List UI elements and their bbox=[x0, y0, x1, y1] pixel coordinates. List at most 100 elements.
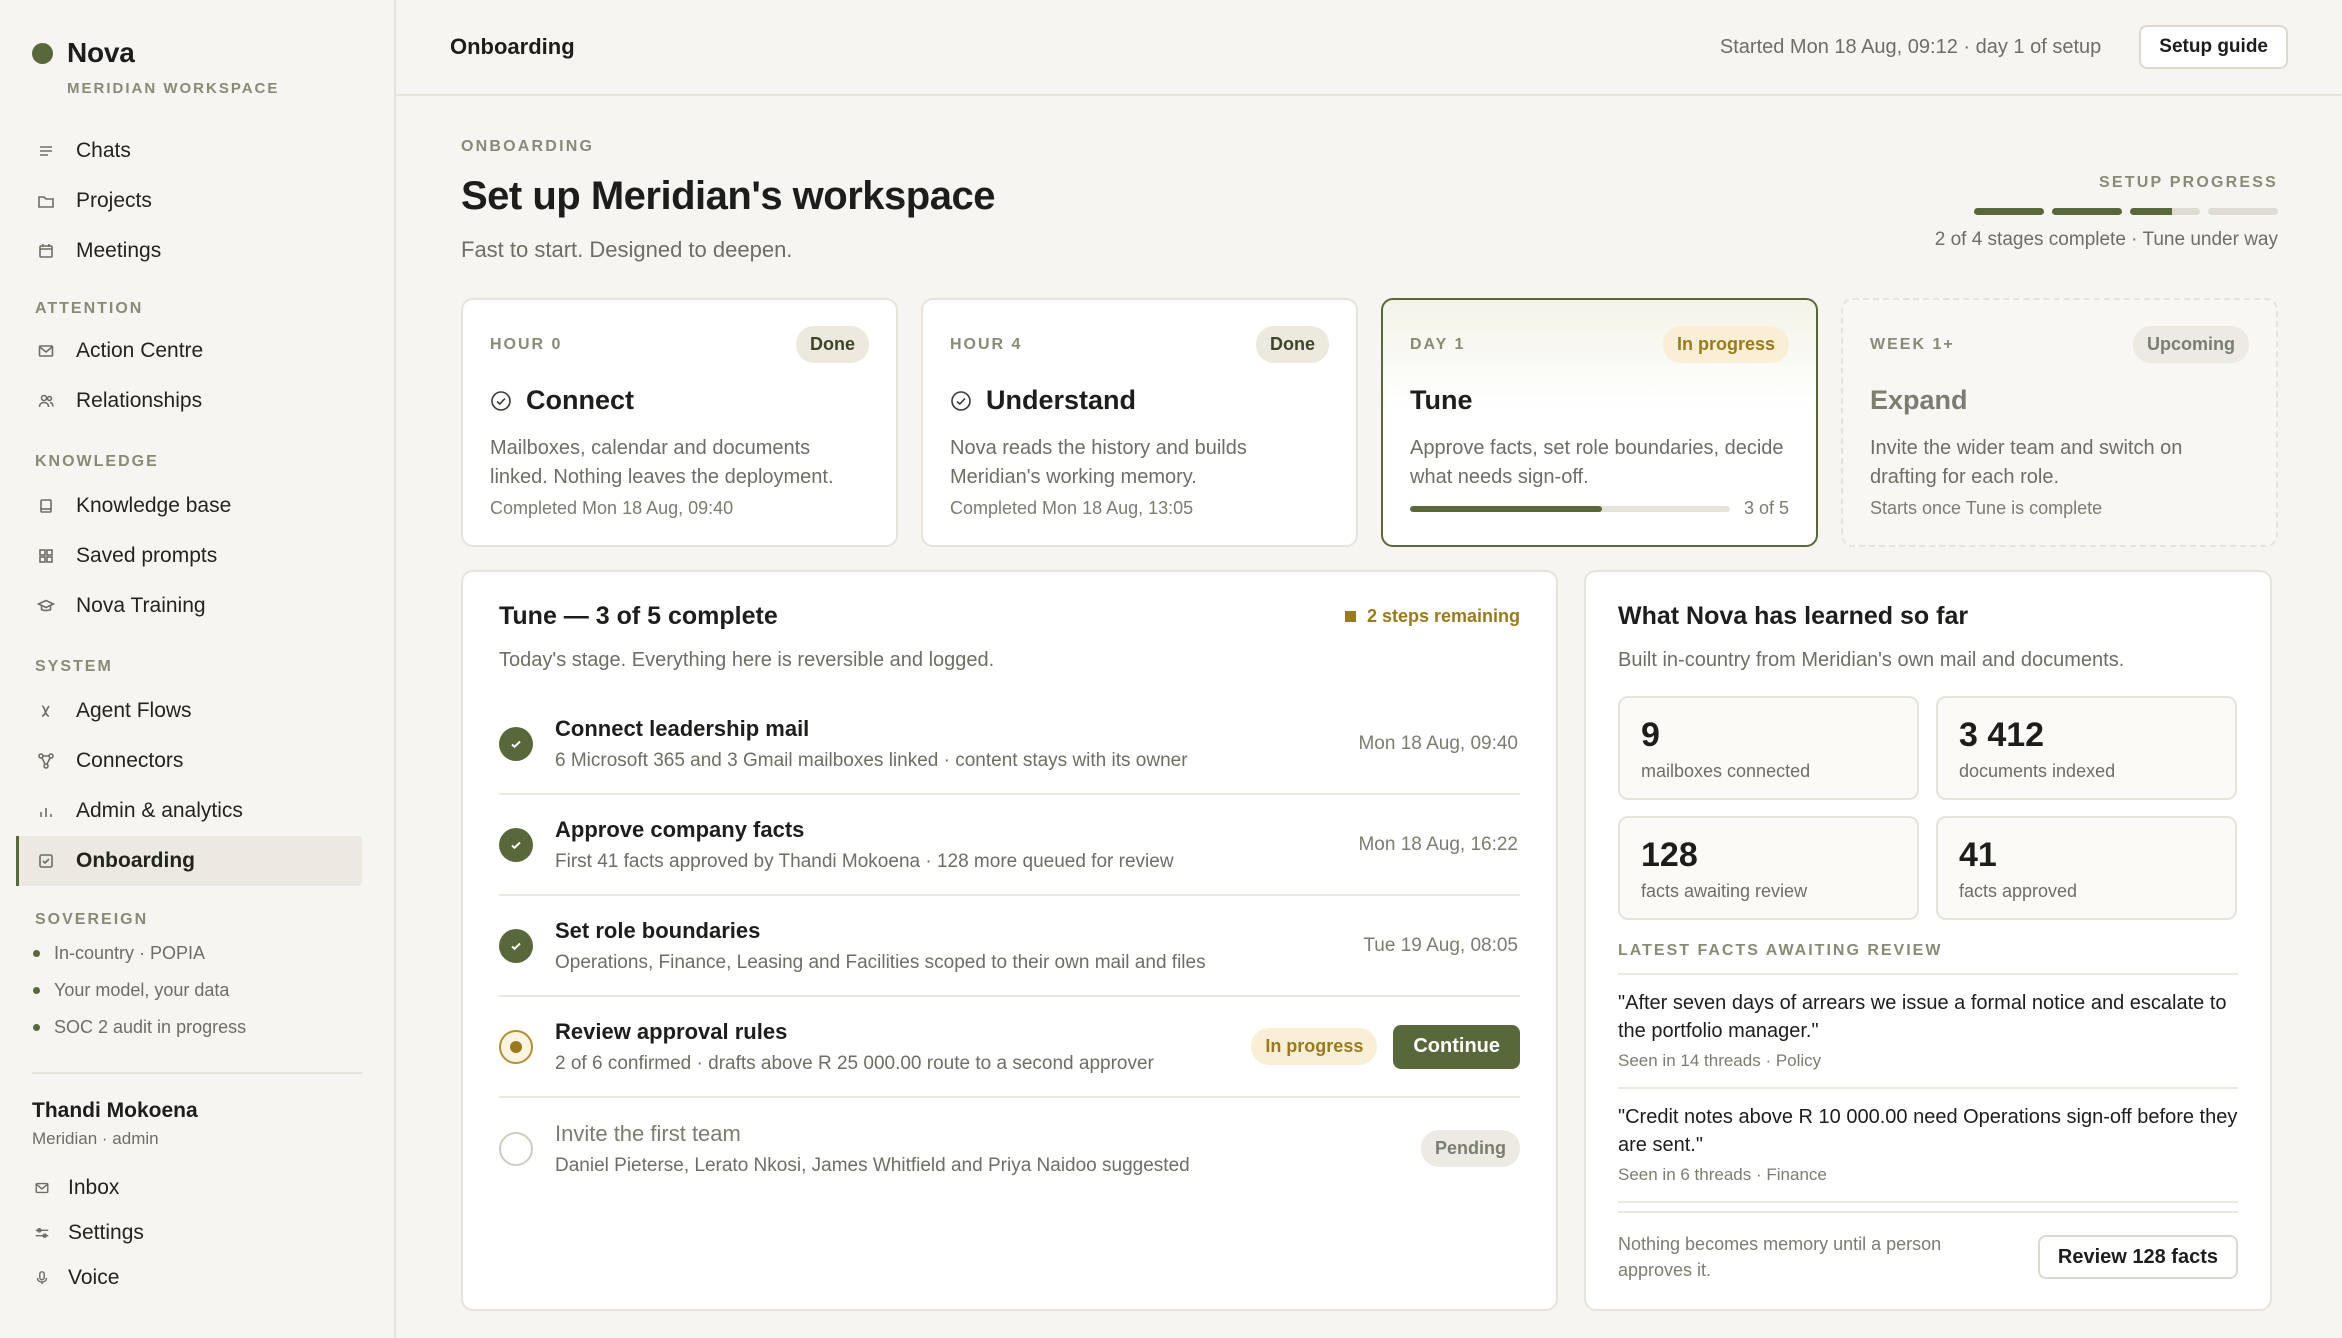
sidebar-item-label: Action Centre bbox=[76, 339, 204, 362]
learned-panel-subtitle: Built in-country from Meridian's own mai… bbox=[1618, 649, 2125, 671]
sidebar-item-meetings[interactable]: Meetings bbox=[16, 226, 362, 276]
sidebar-item-saved-prompts[interactable]: Saved prompts bbox=[16, 531, 362, 581]
stage-description: Invite the wider team and switch on draf… bbox=[1870, 437, 2183, 488]
sidebar-item-label: Meetings bbox=[76, 239, 162, 262]
setup-started-meta: Started Mon 18 Aug, 09:12 · day 1 of set… bbox=[1719, 35, 2102, 58]
sidebar-item-action-centre[interactable]: Action Centre bbox=[16, 326, 362, 376]
step-title: Set role boundaries bbox=[555, 917, 761, 943]
sovereign-item-label: Your model, your data bbox=[54, 980, 230, 1000]
stage-card-understand[interactable]: HOUR 4 Done Understand Nova reads the hi… bbox=[921, 298, 1358, 547]
fact-meta: Seen in 6 threads · Finance bbox=[1618, 1165, 1827, 1184]
sidebar-item-projects[interactable]: Projects bbox=[16, 176, 362, 226]
sidebar-item-onboarding[interactable]: Onboarding bbox=[16, 836, 362, 886]
step-detail: 2 of 6 confirmed · drafts above R 25 000… bbox=[555, 1052, 1154, 1074]
mail-icon bbox=[36, 341, 56, 361]
step-row[interactable]: Connect leadership mail 6 Microsoft 365 … bbox=[499, 694, 1520, 795]
steps-remaining-label: 2 steps remaining bbox=[1366, 606, 1520, 626]
learned-panel: What Nova has learned so far Built in-co… bbox=[1584, 570, 2272, 1311]
brand[interactable]: Nova bbox=[0, 36, 394, 70]
step-list: Connect leadership mail 6 Microsoft 365 … bbox=[499, 694, 1520, 1199]
sovereign-item-label: SOC 2 audit in progress bbox=[54, 1017, 247, 1037]
brand-name: Nova bbox=[67, 37, 135, 68]
stat-card: 3 412 documents indexed bbox=[1936, 696, 2237, 800]
section-system: SYSTEM bbox=[35, 658, 113, 675]
sidebar-item-label: Relationships bbox=[76, 389, 203, 412]
graduation-icon bbox=[36, 596, 56, 616]
sidebar-item-chats[interactable]: Chats bbox=[16, 126, 362, 176]
bullet-icon bbox=[33, 950, 40, 957]
step-row[interactable]: Approve company facts First 41 facts app… bbox=[499, 795, 1520, 896]
stage-cards: HOUR 0 Done Connect Mailboxes, calendar … bbox=[461, 298, 2278, 547]
tune-panel-subtitle: Today's stage. Everything here is revers… bbox=[499, 649, 995, 671]
sidebar-item-settings[interactable]: Settings bbox=[0, 1210, 394, 1255]
setup-progress-text: 2 of 4 stages complete · Tune under way bbox=[1934, 229, 2278, 250]
in-progress-icon bbox=[499, 1029, 533, 1064]
workspace-name: MERIDIAN WORKSPACE bbox=[67, 80, 280, 97]
sidebar-item-admin-analytics[interactable]: Admin & analytics bbox=[16, 786, 362, 836]
sidebar-item-label: Projects bbox=[76, 189, 152, 212]
bullet-icon bbox=[33, 987, 40, 994]
stage-card-tune[interactable]: DAY 1 In progress Tune Approve facts, se… bbox=[1381, 298, 1818, 547]
sidebar-item-connectors[interactable]: Connectors bbox=[16, 736, 362, 786]
sidebar-item-inbox[interactable]: Inbox bbox=[0, 1165, 394, 1210]
continue-button[interactable]: Continue bbox=[1393, 1024, 1520, 1069]
setup-progress: SETUP PROGRESS 2 of 4 stages complete · … bbox=[1935, 174, 2278, 263]
calendar-icon bbox=[36, 241, 56, 261]
bar-chart-icon bbox=[36, 801, 56, 821]
status-badge: In progress bbox=[1251, 1028, 1378, 1065]
mail-icon bbox=[34, 1180, 52, 1196]
setup-progress-label: SETUP PROGRESS bbox=[2099, 174, 2278, 191]
sidebar-item-label: Voice bbox=[68, 1265, 120, 1289]
sidebar-item-voice[interactable]: Voice bbox=[0, 1255, 394, 1300]
stage-card-expand[interactable]: WEEK 1+ Upcoming Expand Invite the wider… bbox=[1841, 298, 2278, 547]
sidebar-item-nova-training[interactable]: Nova Training bbox=[16, 581, 362, 631]
user-name[interactable]: Thandi Mokoena bbox=[0, 1099, 394, 1123]
status-badge: Done bbox=[1256, 326, 1329, 363]
check-circle-icon bbox=[951, 390, 971, 411]
sidebar-item-agent-flows[interactable]: Agent Flows bbox=[16, 686, 362, 736]
stat-label: mailboxes connected bbox=[1641, 761, 1811, 781]
sidebar-item-knowledge-base[interactable]: Knowledge base bbox=[16, 481, 362, 531]
stat-grid: 9 mailboxes connected 3 412 documents in… bbox=[1618, 696, 2238, 920]
page-eyebrow: ONBOARDING bbox=[461, 138, 595, 155]
sidebar-item-label: Admin & analytics bbox=[76, 799, 243, 822]
square-icon bbox=[1344, 611, 1356, 622]
stage-progress-count: 3 of 5 bbox=[1743, 498, 1789, 518]
setup-guide-button[interactable]: Setup guide bbox=[2139, 25, 2288, 69]
tune-panel: Tune — 3 of 5 complete 2 steps remaining… bbox=[461, 570, 1558, 1311]
learned-panel-footer: Nothing becomes memory until a person ap… bbox=[1618, 1211, 2238, 1283]
stage-phase: HOUR 4 bbox=[950, 335, 1023, 353]
step-title: Approve company facts bbox=[555, 816, 805, 842]
tune-panel-title: Tune — 3 of 5 complete bbox=[499, 602, 778, 630]
check-circle-icon bbox=[499, 726, 533, 761]
checkbox-icon bbox=[36, 851, 56, 871]
step-timestamp: Mon 18 Aug, 16:22 bbox=[1358, 833, 1518, 855]
stage-name: Tune bbox=[1410, 385, 1473, 415]
step-row[interactable]: Review approval rules 2 of 6 confirmed ·… bbox=[499, 997, 1520, 1098]
status-badge: Upcoming bbox=[2133, 326, 2249, 363]
stage-phase: DAY 1 bbox=[1410, 335, 1466, 353]
fact-item[interactable]: "Credit notes above R 10 000.00 need Ope… bbox=[1618, 1089, 2238, 1203]
stage-name: Expand bbox=[1870, 385, 1968, 415]
status-badge: Pending bbox=[1421, 1130, 1520, 1167]
connectors-icon bbox=[36, 751, 56, 771]
step-timestamp: Mon 18 Aug, 09:40 bbox=[1358, 732, 1518, 754]
sidebar-item-label: Connectors bbox=[76, 749, 184, 772]
step-row[interactable]: Set role boundaries Operations, Finance,… bbox=[499, 896, 1520, 997]
step-row[interactable]: Invite the first team Daniel Pieterse, L… bbox=[499, 1098, 1520, 1199]
flow-icon bbox=[36, 701, 56, 721]
stage-progress-fill bbox=[1410, 505, 1602, 512]
topbar: Onboarding Started Mon 18 Aug, 09:12 · d… bbox=[396, 0, 2342, 96]
primary-nav: Chats Projects Meetings ATTENTION Action… bbox=[0, 126, 394, 1046]
status-badge: Done bbox=[796, 326, 869, 363]
progress-segment bbox=[2208, 208, 2278, 215]
review-facts-button[interactable]: Review 128 facts bbox=[2037, 1235, 2238, 1279]
stat-value: 3 412 bbox=[1959, 716, 2045, 754]
sidebar-item-relationships[interactable]: Relationships bbox=[16, 376, 362, 426]
stage-name: Understand bbox=[986, 385, 1137, 415]
stage-card-connect[interactable]: HOUR 0 Done Connect Mailboxes, calendar … bbox=[461, 298, 898, 547]
check-circle-icon bbox=[491, 390, 511, 411]
fact-item[interactable]: "After seven days of arrears we issue a … bbox=[1618, 975, 2238, 1089]
people-icon bbox=[36, 391, 56, 411]
step-detail: Operations, Finance, Leasing and Facilit… bbox=[555, 951, 1206, 973]
